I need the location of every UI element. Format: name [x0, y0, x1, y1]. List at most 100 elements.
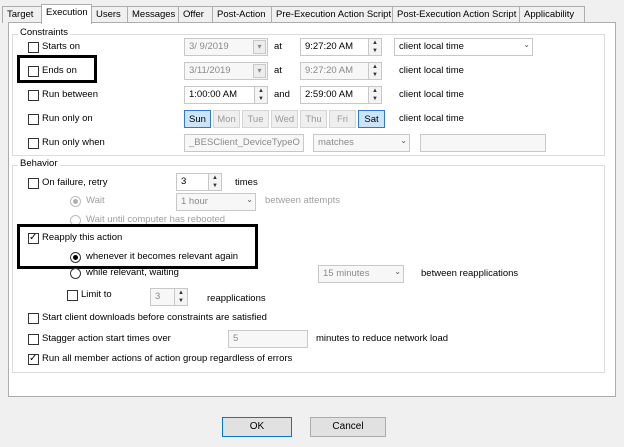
wait-label: Wait — [86, 195, 105, 206]
retry-count-value: 3 — [181, 176, 187, 187]
on-failure-retry-checkbox[interactable] — [28, 178, 39, 189]
wait-interval-value: 1 hour — [181, 196, 208, 207]
tab-users[interactable]: Users — [91, 6, 128, 23]
start-downloads-checkbox[interactable] — [28, 313, 39, 324]
count-spinner-icon[interactable]: ▲ ▼ — [174, 289, 187, 305]
tab-messages[interactable]: Messages — [127, 6, 179, 23]
ends-on-time-value: 9:27:20 AM — [305, 65, 354, 76]
run-between-label: Run between — [42, 89, 98, 100]
between-attempts-label: between attempts — [265, 195, 340, 206]
wait-reboot-label: Wait until computer has rebooted — [86, 214, 226, 225]
chevron-down-icon: ⌄ — [400, 136, 407, 145]
run-only-when-operator-value: matches — [318, 137, 354, 148]
starts-on-time-value: 9:27:20 AM — [305, 41, 354, 52]
cancel-button[interactable]: Cancel — [310, 417, 386, 437]
run-only-on-timezone-label: client local time — [399, 113, 464, 124]
constraints-title: Constraints — [18, 27, 71, 38]
reapply-relevant-radio[interactable] — [70, 252, 81, 263]
day-thu-button[interactable]: Thu — [300, 110, 327, 128]
run-only-on-label: Run only on — [42, 113, 93, 124]
limit-to-checkbox[interactable] — [67, 290, 78, 301]
run-between-to-value: 2:59:00 AM — [305, 89, 354, 100]
calendar-dropdown-icon[interactable]: ▾ — [253, 40, 266, 54]
ends-on-time-field[interactable]: 9:27:20 AM ▲ ▼ — [300, 62, 382, 80]
reapply-checkbox[interactable] — [28, 231, 39, 245]
chevron-down-icon: ⌄ — [394, 267, 401, 276]
ends-on-checkbox[interactable] — [28, 66, 39, 77]
stagger-minutes-value: 5 — [233, 333, 239, 344]
reapply-relevant-label: whenever it becomes relevant again — [86, 251, 239, 262]
tab-pre-execution-script[interactable]: Pre-Execution Action Script — [271, 6, 393, 23]
retry-count-field[interactable]: 3 ▲ ▼ — [176, 173, 222, 191]
run-between-to-field[interactable]: 2:59:00 AM ▲ ▼ — [300, 86, 382, 104]
starts-on-date-field[interactable]: 3/ 9/2019 ▾ — [184, 38, 268, 56]
ends-on-label: Ends on — [42, 65, 77, 76]
tab-target[interactable]: Target — [2, 6, 42, 23]
run-only-when-property-value: _BESClient_DeviceTypeO — [189, 137, 300, 148]
time-spinner-icon[interactable]: ▲ ▼ — [368, 63, 381, 79]
stagger-suffix-label: minutes to reduce network load — [316, 333, 449, 344]
stagger-checkbox[interactable] — [28, 334, 39, 345]
day-sat-button[interactable]: Sat — [358, 110, 385, 128]
wait-reboot-radio[interactable] — [70, 215, 81, 226]
tab-execution[interactable]: Execution — [41, 4, 92, 24]
day-wed-button[interactable]: Wed — [271, 110, 298, 128]
run-between-checkbox[interactable] — [28, 90, 39, 101]
run-between-from-field[interactable]: 1:00:00 AM ▲ ▼ — [184, 86, 268, 104]
starts-on-time-field[interactable]: 9:27:20 AM ▲ ▼ — [300, 38, 382, 56]
ends-on-date-value: 3/11/2019 — [189, 65, 231, 76]
starts-on-at-label: at — [274, 41, 282, 52]
run-only-on-checkbox[interactable] — [28, 114, 39, 125]
ends-on-timezone-label: client local time — [399, 65, 464, 76]
tab-post-execution-script[interactable]: Post-Execution Action Script — [392, 6, 520, 23]
limit-to-label: Limit to — [81, 289, 112, 300]
run-only-when-operator-select[interactable]: matches ⌄ — [313, 134, 410, 152]
day-fri-button[interactable]: Fri — [329, 110, 356, 128]
count-spinner-icon[interactable]: ▲ ▼ — [208, 174, 221, 190]
reapply-interval-value: 15 minutes — [323, 268, 370, 279]
reapply-while-label: while relevant, waiting — [86, 267, 179, 278]
starts-on-timezone-select[interactable]: client local time ⌄ — [394, 38, 533, 56]
stagger-minutes-field[interactable]: 5 — [228, 330, 308, 348]
wait-interval-select[interactable]: 1 hour ⌄ — [176, 193, 256, 211]
chevron-down-icon: ⌄ — [246, 195, 253, 204]
ends-on-date-field[interactable]: 3/11/2019 ▾ — [184, 62, 268, 80]
ends-on-at-label: at — [274, 65, 282, 76]
stagger-label: Stagger action start times over — [42, 333, 171, 344]
starts-on-timezone-value: client local time — [399, 41, 464, 52]
reapply-interval-select[interactable]: 15 minutes ⌄ — [318, 265, 404, 283]
run-only-when-checkbox[interactable] — [28, 138, 39, 149]
run-between-from-value: 1:00:00 AM — [189, 89, 238, 100]
tab-post-action[interactable]: Post-Action — [212, 6, 272, 23]
run-only-when-property-select[interactable]: _BESClient_DeviceTypeO — [184, 134, 304, 152]
reapply-label: Reapply this action — [42, 232, 123, 243]
weekday-selector: Sun Mon Tue Wed Thu Fri Sat — [184, 110, 388, 128]
starts-on-label: Starts on — [42, 41, 81, 52]
reapplications-label: reapplications — [207, 293, 266, 304]
reapply-while-radio[interactable] — [70, 268, 81, 279]
run-all-checkbox[interactable] — [28, 352, 39, 366]
time-spinner-icon[interactable]: ▲ ▼ — [368, 39, 381, 55]
limit-count-field[interactable]: 3 ▲ ▼ — [150, 288, 188, 306]
time-spinner-icon[interactable]: ▲ ▼ — [368, 87, 381, 103]
day-mon-button[interactable]: Mon — [213, 110, 240, 128]
behavior-title: Behavior — [18, 158, 60, 169]
run-only-when-value-field[interactable] — [420, 134, 546, 152]
run-all-label: Run all member actions of action group r… — [42, 353, 293, 364]
tab-offer[interactable]: Offer — [178, 6, 213, 23]
between-reapplications-label: between reapplications — [421, 268, 519, 279]
ok-button[interactable]: OK — [222, 417, 292, 437]
wait-radio[interactable] — [70, 196, 81, 207]
run-between-timezone-label: client local time — [399, 89, 464, 100]
chevron-down-icon: ⌄ — [523, 40, 530, 49]
tab-applicability[interactable]: Applicability — [519, 6, 585, 23]
day-sun-button[interactable]: Sun — [184, 110, 211, 128]
starts-on-checkbox[interactable] — [28, 42, 39, 53]
on-failure-retry-label: On failure, retry — [42, 177, 108, 188]
time-spinner-icon[interactable]: ▲ ▼ — [254, 87, 267, 103]
start-downloads-label: Start client downloads before constraint… — [42, 312, 267, 323]
day-tue-button[interactable]: Tue — [242, 110, 269, 128]
run-between-and-label: and — [274, 89, 290, 100]
run-only-when-label: Run only when — [42, 137, 105, 148]
calendar-dropdown-icon[interactable]: ▾ — [253, 64, 266, 78]
